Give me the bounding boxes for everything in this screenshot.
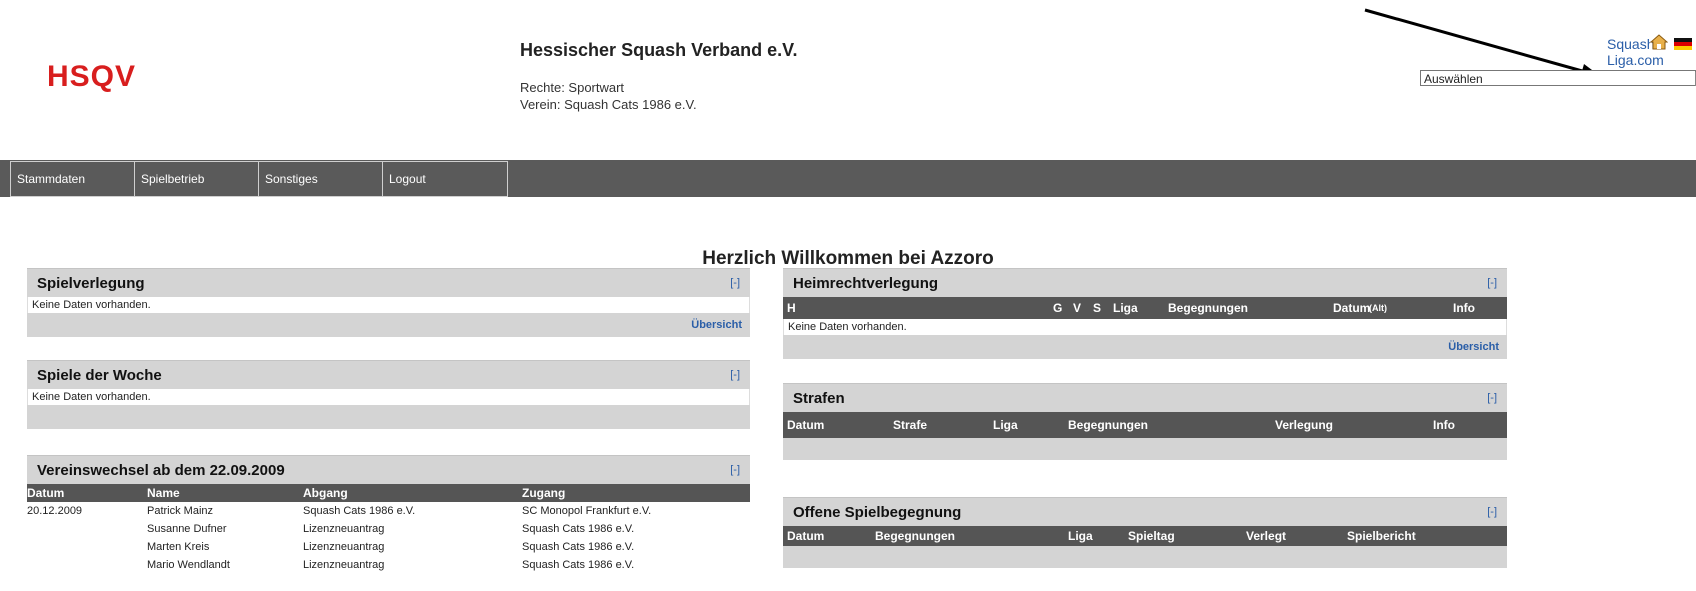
table-header: H G V S Liga Begegnungen Datum (Alt) Inf…: [783, 297, 1507, 319]
nav-item-spielbetrieb[interactable]: Spielbetrieb: [135, 162, 259, 196]
panel-header: Offene Spielbegegnung [-]: [783, 497, 1507, 526]
table-cell: [27, 520, 147, 538]
table-row: 20.12.2009 Patrick Mainz Squash Cats 198…: [27, 502, 750, 520]
table-cell: Lizenzneuantrag: [303, 541, 385, 553]
panel-body: Keine Daten vorhanden.: [27, 297, 750, 313]
panel-footer: Übersicht: [27, 313, 750, 337]
collapse-toggle[interactable]: [-]: [1487, 277, 1497, 289]
panel-header: Spiele der Woche [-]: [27, 360, 750, 389]
empty-message: Keine Daten vorhanden.: [32, 299, 151, 311]
table-cell: Squash Cats 1986 e.V.: [522, 523, 635, 535]
panel-vereinswechsel: Vereinswechsel ab dem 22.09.2009 [-] Dat…: [27, 455, 750, 574]
vereinswechsel-table: 20.12.2009 Patrick Mainz Squash Cats 198…: [27, 502, 750, 574]
panel-title: Offene Spielbegegnung: [793, 504, 962, 521]
nav-item-sonstiges[interactable]: Sonstiges: [259, 162, 383, 196]
flag-de-icon[interactable]: [1674, 38, 1692, 50]
overview-link[interactable]: Übersicht: [1448, 341, 1499, 353]
nav-item-logout[interactable]: Logout: [383, 162, 507, 196]
panel-title: Strafen: [793, 390, 845, 407]
panel-heimrechtverlegung: Heimrechtverlegung [-] H G V S Liga Bege…: [783, 268, 1507, 359]
column-header: Strafe: [893, 418, 928, 432]
column-header: Liga: [993, 418, 1018, 432]
column-header: Verlegt: [1246, 529, 1287, 543]
table-cell: 20.12.2009: [27, 505, 83, 517]
table-cell: [27, 556, 147, 574]
column-header: Datum: [1333, 301, 1371, 315]
table-cell: Marten Kreis: [147, 541, 210, 553]
column-header: H: [787, 301, 796, 315]
column-header: V: [1073, 301, 1082, 315]
column-header: Begegnungen: [1068, 418, 1148, 432]
table-cell: Squash Cats 1986 e.V.: [303, 505, 416, 517]
table-row: Mario Wendlandt Lizenzneuantrag Squash C…: [27, 556, 750, 574]
collapse-toggle[interactable]: [-]: [1487, 506, 1497, 518]
panel-title: Vereinswechsel ab dem 22.09.2009: [37, 462, 285, 479]
collapse-toggle[interactable]: [-]: [730, 369, 740, 381]
nav-menu: Stammdaten Spielbetrieb Sonstiges Logout: [10, 161, 508, 197]
panel-footer: [783, 438, 1507, 460]
annotation-arrow: [1364, 8, 1600, 78]
select-value: Auswählen: [1424, 72, 1483, 86]
collapse-toggle[interactable]: [-]: [730, 277, 740, 289]
column-header: Spielbericht: [1347, 529, 1416, 543]
table-header: Datum Begegnungen Liga Spieltag Verlegt …: [783, 526, 1507, 546]
home-icon[interactable]: [1650, 34, 1668, 50]
column-header: Spieltag: [1128, 529, 1175, 543]
column-header: Liga: [1113, 301, 1138, 315]
column-header: Info: [1453, 301, 1475, 315]
table-cell: Patrick Mainz: [147, 505, 214, 517]
panel-header: Heimrechtverlegung [-]: [783, 268, 1507, 297]
column-header: G: [1053, 301, 1063, 315]
column-header: Begegnungen: [1168, 301, 1248, 315]
main-navbar: Stammdaten Spielbetrieb Sonstiges Logout: [0, 160, 1696, 197]
panel-spielverlegung: Spielverlegung [-] Keine Daten vorhanden…: [27, 268, 750, 337]
column-header: Liga: [1068, 529, 1093, 543]
panel-offene-spielbegegnung: Offene Spielbegegnung [-] Datum Begegnun…: [783, 497, 1507, 568]
table-cell: Lizenzneuantrag: [303, 523, 385, 535]
panel-title: Spielverlegung: [37, 275, 145, 292]
column-header: Verlegung: [1275, 418, 1334, 432]
column-header: Name: [147, 486, 180, 500]
panel-title: Heimrechtverlegung: [793, 275, 939, 292]
table-row: Marten Kreis Lizenzneuantrag Squash Cats…: [27, 538, 750, 556]
panel-footer: [783, 546, 1507, 568]
table-cell: Susanne Dufner: [147, 523, 227, 535]
column-header: Datum: [787, 418, 825, 432]
table-cell: SC Monopol Frankfurt e.V.: [522, 505, 652, 517]
panel-header: Spielverlegung [-]: [27, 268, 750, 297]
collapse-toggle[interactable]: [-]: [730, 464, 740, 476]
panel-strafen: Strafen [-] Datum Strafe Liga Begegnunge…: [783, 383, 1507, 460]
table-cell: Squash Cats 1986 e.V.: [522, 541, 635, 553]
column-header: Datum: [27, 486, 65, 500]
table-row: Susanne Dufner Lizenzneuantrag Squash Ca…: [27, 520, 750, 538]
empty-message: Keine Daten vorhanden.: [788, 321, 907, 333]
column-header: Zugang: [522, 486, 566, 500]
column-header: Abgang: [303, 486, 348, 500]
navigation-select[interactable]: Auswählen ▾: [1420, 70, 1696, 86]
column-header: Datum: [787, 529, 825, 543]
empty-message: Keine Daten vorhanden.: [32, 391, 151, 403]
table-cell: Squash Cats 1986 e.V.: [522, 559, 635, 571]
nav-item-stammdaten[interactable]: Stammdaten: [11, 162, 135, 196]
panel-header: Vereinswechsel ab dem 22.09.2009 [-]: [27, 455, 750, 484]
column-header: Begegnungen: [875, 529, 955, 543]
column-header: (Alt): [1369, 303, 1387, 313]
table-header: Datum Strafe Liga Begegnungen Verlegung …: [783, 412, 1507, 438]
overview-link[interactable]: Übersicht: [691, 319, 742, 331]
panel-title: Spiele der Woche: [37, 367, 162, 384]
collapse-toggle[interactable]: [-]: [1487, 392, 1497, 404]
table-cell: Mario Wendlandt: [147, 559, 230, 571]
panel-footer: Übersicht: [783, 335, 1507, 359]
panel-footer: [27, 405, 750, 429]
panel-body: Keine Daten vorhanden.: [783, 319, 1507, 335]
column-header: S: [1093, 301, 1102, 315]
column-header: Info: [1433, 418, 1455, 432]
table-cell: Lizenzneuantrag: [303, 559, 385, 571]
table-cell: [27, 538, 147, 556]
panel-header: Strafen [-]: [783, 383, 1507, 412]
panel-spiele-der-woche: Spiele der Woche [-] Keine Daten vorhand…: [27, 360, 750, 429]
page-title: Herzlich Willkommen bei Azzoro: [702, 248, 994, 269]
table-header: Datum Name Abgang Zugang: [27, 484, 750, 502]
panel-body: Keine Daten vorhanden.: [27, 389, 750, 405]
